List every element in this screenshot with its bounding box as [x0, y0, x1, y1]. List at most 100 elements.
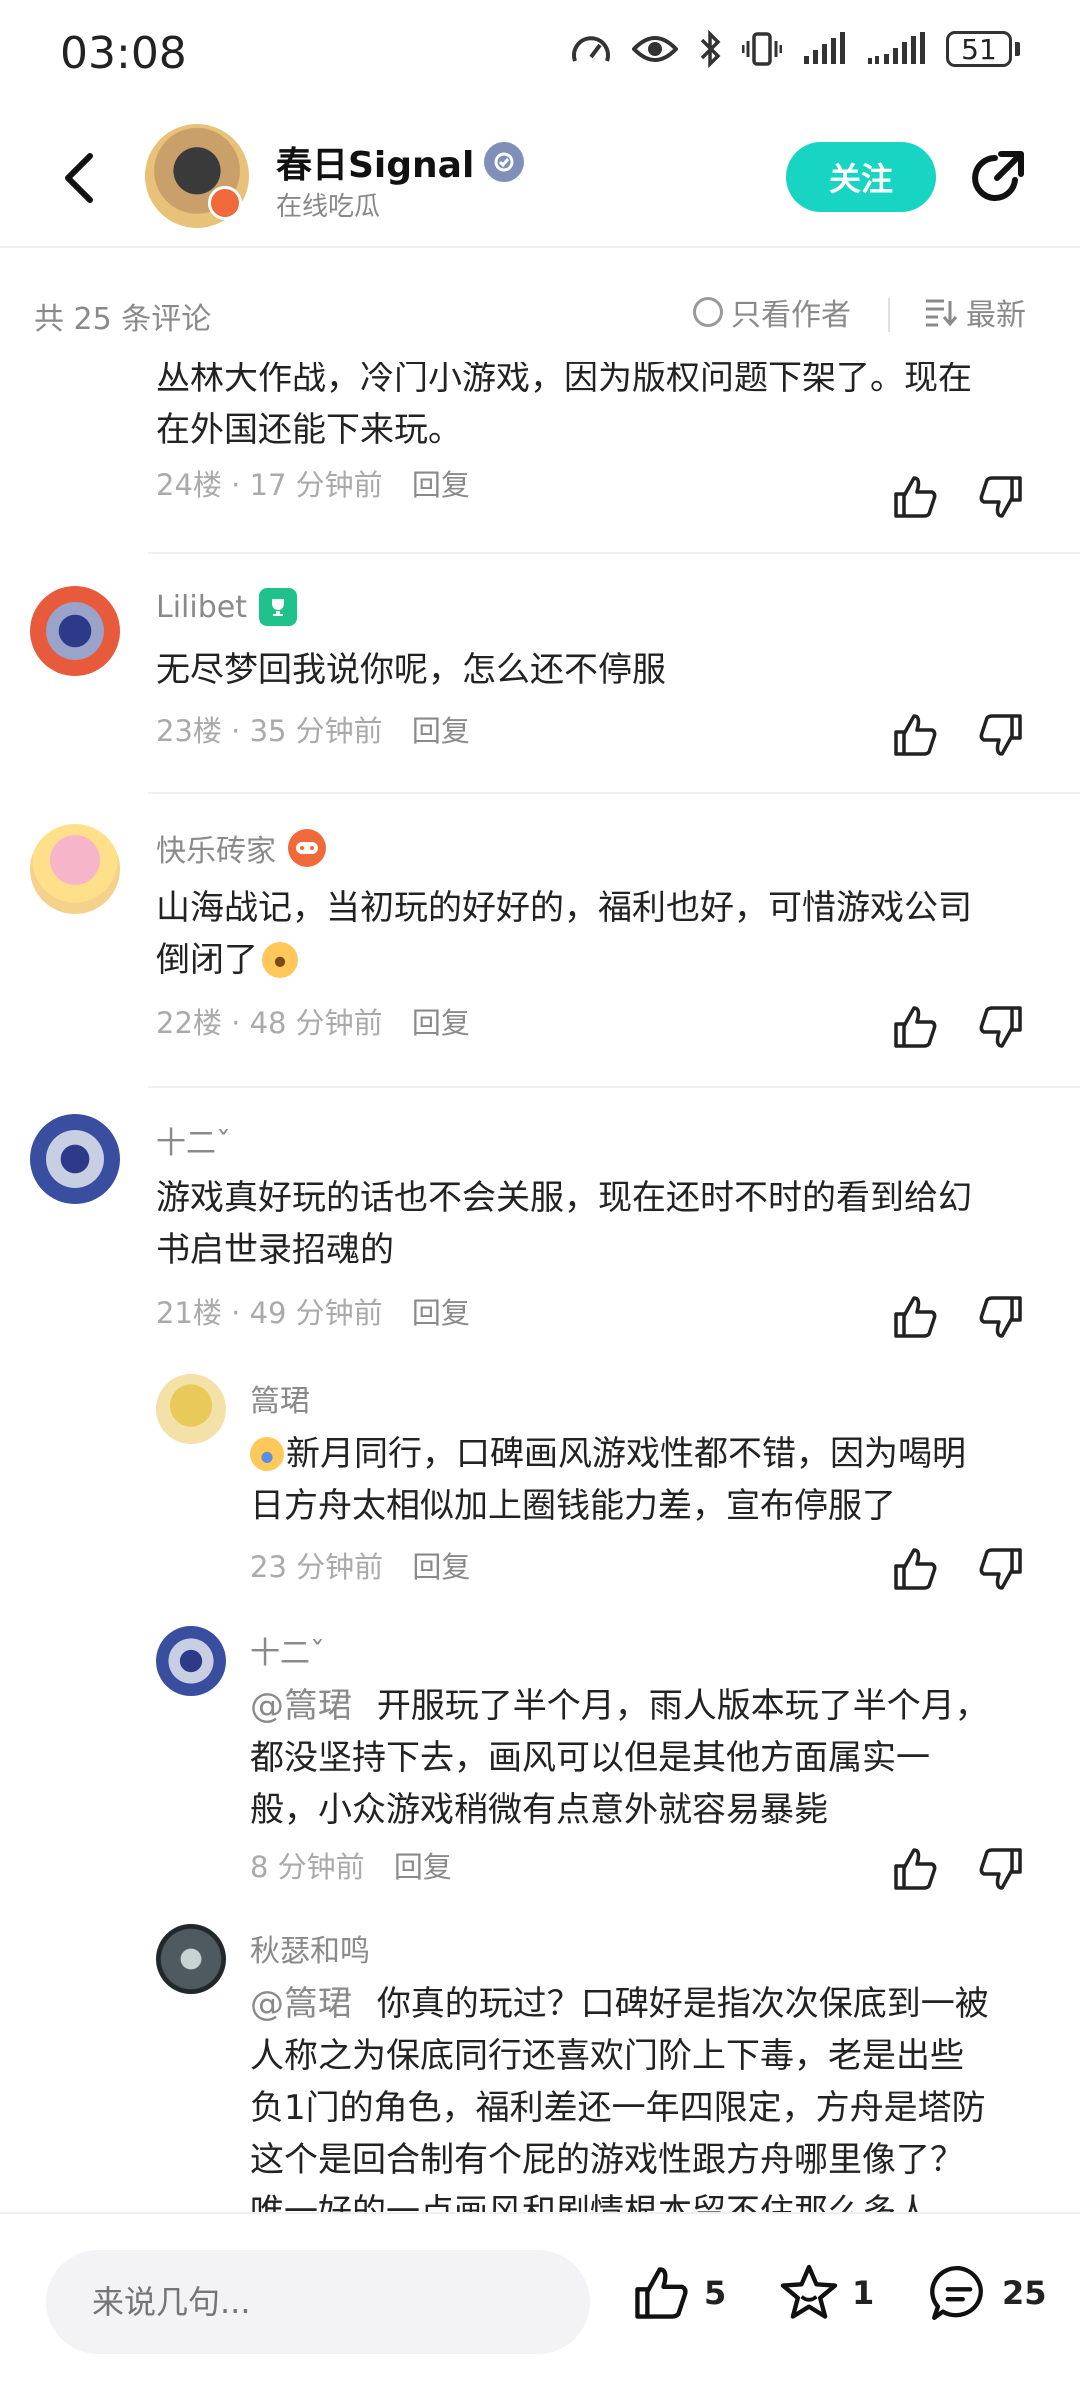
comment-text-line: 在外国还能下来玩。: [156, 410, 462, 450]
sort-label: 最新: [966, 298, 1026, 333]
comments-button[interactable]: 25: [928, 2262, 1047, 2324]
reply-text-line: 唯一好的一点画风和剧情根本留不住那么多人: [250, 2192, 930, 2212]
favorite-post-button[interactable]: 1: [778, 2262, 874, 2324]
thumbs-down-icon[interactable]: [976, 1544, 1026, 1594]
floor-number: 22楼: [156, 1006, 222, 1040]
sort-icon: [926, 299, 958, 327]
reply-text-line: 你真的玩过？口碑好是指次次保底到一被: [376, 1984, 989, 2024]
reply-button[interactable]: 回复: [412, 468, 470, 502]
thumbs-up-icon[interactable]: [890, 1002, 940, 1052]
status-time: 03:08: [60, 28, 187, 79]
radio-icon: [693, 297, 723, 327]
reply-username-row[interactable]: 十二ˇ: [250, 1628, 325, 1672]
thumbs-up-icon[interactable]: [890, 1544, 940, 1594]
comment-list[interactable]: 丛林大作战，冷门小游戏，因为版权问题下架了。现在 在外国还能下来玩。 24楼 ·…: [0, 362, 1080, 2212]
reply-button[interactable]: 回复: [412, 1550, 470, 1584]
signal-icon-1: [804, 32, 845, 64]
floor-number: 21楼: [156, 1296, 222, 1330]
comment-username[interactable]: 快乐砖家: [156, 826, 276, 870]
reply-username-row[interactable]: 篙珺: [250, 1376, 310, 1420]
reply-button[interactable]: 回复: [412, 714, 470, 748]
thumbs-up-icon[interactable]: [890, 710, 940, 760]
status-bar: 03:08 51: [0, 0, 1080, 105]
reply-username[interactable]: 篙珺: [250, 1376, 310, 1420]
thumbs-up-icon[interactable]: [890, 472, 940, 522]
comment-input[interactable]: [46, 2250, 590, 2354]
comment-count: 共 25 条评论: [34, 302, 212, 337]
reply-text-row: @篙珺 开服玩了半个月，雨人版本玩了半个月，: [250, 1680, 989, 1732]
share-icon[interactable]: [965, 146, 1029, 210]
like-post-button[interactable]: 5: [630, 2262, 726, 2324]
reply-button[interactable]: 回复: [412, 1296, 470, 1330]
bluetooth-icon: [700, 30, 721, 68]
reply-username[interactable]: 秋瑟和鸣: [250, 1926, 370, 1970]
status-icons: 51: [570, 30, 1020, 68]
header-divider: [0, 246, 1080, 248]
mention-link[interactable]: @篙珺: [250, 1686, 352, 1726]
comment-text-line: 山海战记，当初玩的好好的，福利也好，可惜游戏公司: [156, 888, 972, 928]
comment-username-row[interactable]: 快乐砖家: [156, 826, 326, 870]
comment-username-row[interactable]: Lilibet: [156, 588, 297, 626]
user-avatar[interactable]: [30, 1114, 120, 1204]
mention-link[interactable]: @篙珺: [250, 1984, 352, 2024]
author-subtitle: 在线吃瓜: [276, 192, 381, 222]
reply-avatar[interactable]: [156, 1924, 226, 1994]
thumbs-down-icon[interactable]: [976, 1844, 1026, 1894]
reply-avatar[interactable]: [156, 1626, 226, 1696]
thumbs-down-icon[interactable]: [976, 1002, 1026, 1052]
sort-toggle[interactable]: 最新: [924, 290, 1026, 334]
user-avatar[interactable]: [30, 586, 120, 676]
reply-text-row: @篙珺 你真的玩过？口碑好是指次次保底到一被: [250, 1978, 989, 2030]
reply-text-line: 新月同行，口碑画风游戏性都不错，因为喝明: [286, 1434, 966, 1474]
only-author-toggle[interactable]: 只看作者: [693, 290, 851, 334]
crying-emoji-icon: [250, 1437, 284, 1471]
reply-text-line: 负1门的角色，福利差还一年四限定，方舟是塔防: [250, 2088, 986, 2128]
reply-text-line: 这个是回合制有个屁的游戏性跟方舟哪里像了？: [250, 2140, 964, 2180]
favorite-count: 1: [852, 2274, 875, 2312]
thumbs-up-icon[interactable]: [890, 1844, 940, 1894]
reply-time: 8 分钟前: [250, 1850, 365, 1884]
star-icon: [780, 2264, 838, 2319]
comment-text-line: 倒闭了: [156, 940, 258, 980]
floor-number: 24楼: [156, 468, 222, 502]
reply-avatar[interactable]: [156, 1374, 226, 1444]
thumbs-down-icon[interactable]: [976, 472, 1026, 522]
author-name[interactable]: 春日Signal: [276, 136, 474, 188]
thumbs-down-icon[interactable]: [976, 710, 1026, 760]
trophy-badge-icon: [258, 588, 297, 626]
reply-text-line: 人称之为保底同行还喜欢门阶上下毒，老是出些: [250, 2036, 964, 2076]
verified-icon: [484, 142, 525, 182]
reply-button[interactable]: 回复: [394, 1850, 452, 1884]
comment-username[interactable]: Lilibet: [156, 590, 247, 625]
like-count: 5: [704, 2274, 727, 2312]
reply-text-line: 都没坚持下去，画风可以但是其他方面属实一: [250, 1738, 930, 1778]
reply-time: 23 分钟前: [250, 1550, 384, 1584]
follow-button[interactable]: 关注: [786, 142, 936, 212]
thumbs-down-icon[interactable]: [976, 1292, 1026, 1342]
reply-button[interactable]: 回复: [412, 1006, 470, 1040]
author-badge-icon: [208, 186, 242, 220]
comment-text-row: 倒闭了: [156, 934, 298, 986]
comment-divider: [148, 552, 1080, 554]
filter-divider: [888, 298, 890, 332]
comment-count-badge: 25: [1002, 2274, 1047, 2312]
back-arrow-icon[interactable]: [50, 148, 110, 208]
comment-divider: [148, 792, 1080, 794]
comment-text-line: 游戏真好玩的话也不会关服，现在还时不时的看到给幻: [156, 1178, 972, 1218]
comment-time: 48 分钟前: [249, 1006, 383, 1040]
comment-username-row[interactable]: 十二ˇ: [156, 1118, 231, 1162]
reply-text-line: 般，小众游戏稍微有点意外就容易暴毙: [250, 1790, 828, 1830]
reply-username[interactable]: 十二ˇ: [250, 1628, 325, 1672]
comment-username[interactable]: 十二ˇ: [156, 1118, 231, 1162]
thumbs-up-icon[interactable]: [890, 1292, 940, 1342]
game-badge-icon: [288, 829, 326, 867]
comment-time: 35 分钟前: [249, 714, 383, 748]
vibrate-icon: [742, 32, 782, 66]
user-avatar[interactable]: [30, 824, 120, 914]
floor-number: 23楼: [156, 714, 222, 748]
author-name-row[interactable]: 春日Signal: [276, 136, 525, 188]
reply-text-line: 日方舟太相似加上圈钱能力差，宣布停服了: [250, 1486, 896, 1526]
battery-indicator: 51: [946, 31, 1020, 67]
reply-username-row[interactable]: 秋瑟和鸣: [250, 1926, 370, 1970]
comment-time: 49 分钟前: [249, 1296, 383, 1330]
